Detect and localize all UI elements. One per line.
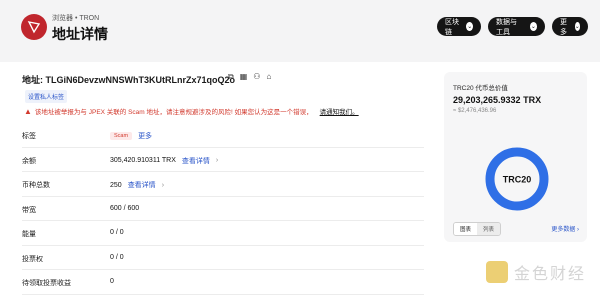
page-header: 浏览器 • TRON 地址详情 区块链 ⌄ 数据与工具 ⌄ 更多 ⌄ <box>0 0 600 62</box>
trc20-value-card: TRC20 代币总价值 29,203,265.9332 TRX ≈ $2,476… <box>444 72 587 242</box>
tron-logo-icon <box>21 14 47 40</box>
more-data-link[interactable]: 更多数据 › <box>551 224 579 233</box>
chevron-down-icon: ⌄ <box>529 22 537 31</box>
qr-code-icon[interactable]: ▦ <box>240 72 248 82</box>
row-label: 带宽 <box>22 206 36 214</box>
nav-blockchain-button[interactable]: 区块链 ⌄ <box>437 17 481 36</box>
trc20-total-value: 29,203,265.9332 TRX <box>453 95 542 105</box>
row-label: 标签 <box>22 133 36 140</box>
share-icon[interactable]: ⚇ <box>253 72 260 82</box>
copy-icon[interactable]: ⧉ <box>228 72 234 82</box>
row-label: 能量 <box>22 231 36 238</box>
nav-more-label: 更多 <box>560 18 567 36</box>
table-row: 标签 Scam 更多 <box>22 123 424 148</box>
row-label: 币种总数 <box>22 182 50 189</box>
bandwidth-value: 600 / 600 <box>110 204 140 212</box>
pending-rewards-value: 0 <box>110 278 114 285</box>
set-private-tag-button[interactable]: 设置私人标签 <box>25 90 68 103</box>
nav-more-button[interactable]: 更多 ⌄ <box>552 17 588 36</box>
address-info-table: 标签 Scam 更多 余额 305,420.910311 TRX 查看详情 › … <box>22 123 424 295</box>
notify-us-link[interactable]: 请通知我们。 <box>320 106 359 116</box>
table-row: 余额 305,420.910311 TRX 查看详情 › <box>22 148 424 172</box>
scam-warning: ▲ 该地址被举报为与 JPEX 关联的 Scam 地址，请注意规避涉及的风险! … <box>24 106 359 117</box>
scam-badge: Scam <box>110 132 133 140</box>
page-title: 地址详情 <box>52 26 108 42</box>
table-row: 待领取投票收益 0 <box>22 270 424 295</box>
token-count-value: 250 <box>110 181 122 189</box>
watermark-text: 金色财经 <box>514 266 587 283</box>
tab-list[interactable]: 列表 <box>477 223 501 235</box>
tab-chart[interactable]: 图表 <box>454 223 478 235</box>
row-label: 余额 <box>22 157 36 165</box>
trc20-usd-value: ≈ $2,476,436.96 <box>453 108 497 114</box>
donut-center-label: TRC20 <box>503 175 532 185</box>
chevron-right-icon: › <box>161 181 165 189</box>
row-label: 投票权 <box>22 255 43 263</box>
warning-text: 该地址被举报为与 JPEX 关联的 Scam 地址，请注意规避涉及的风险! 如果… <box>34 109 313 116</box>
chart-list-toggle: 图表 列表 <box>453 222 502 236</box>
watermark: 金色财经 <box>486 260 586 284</box>
table-row: 能量 0 / 0 <box>22 221 424 246</box>
watermark-logo-icon <box>486 261 508 283</box>
more-tags-link[interactable]: 更多 <box>138 131 152 141</box>
balance-details-link[interactable]: 查看详情 <box>182 156 210 166</box>
home-icon[interactable]: ⌂ <box>266 72 271 82</box>
more-data-label: 更多数据 <box>551 227 576 233</box>
address-actions: ⧉ ▦ ⚇ ⌂ <box>228 72 271 82</box>
address-title: 地址: TLGiN6DevzwNNSWhT3KUtRLnrZx71qoQ2o <box>22 75 236 85</box>
nav-data-tools-button[interactable]: 数据与工具 ⌄ <box>488 17 545 36</box>
voting-power-value: 0 / 0 <box>110 253 124 261</box>
table-row: 币种总数 250 查看详情 › <box>22 172 424 197</box>
nav-blockchain-label: 区块链 <box>445 18 459 36</box>
balance-value: 305,420.910311 TRX <box>110 157 176 164</box>
table-row: 投票权 0 / 0 <box>22 246 424 270</box>
chevron-right-icon: › <box>215 157 219 164</box>
trc20-label: TRC20 代币总价值 <box>453 85 508 92</box>
token-details-link[interactable]: 查看详情 <box>128 180 156 190</box>
chevron-down-icon: ⌄ <box>574 22 580 31</box>
chevron-down-icon: ⌄ <box>466 22 473 31</box>
energy-value: 0 / 0 <box>110 229 124 236</box>
breadcrumb[interactable]: 浏览器 • TRON <box>52 13 99 23</box>
row-label: 待领取投票收益 <box>22 280 71 287</box>
trc20-donut-chart[interactable]: TRC20 <box>482 144 552 214</box>
nav-data-tools-label: 数据与工具 <box>496 18 517 36</box>
table-row: 带宽 600 / 600 <box>22 197 424 221</box>
warning-icon: ▲ <box>24 106 32 116</box>
